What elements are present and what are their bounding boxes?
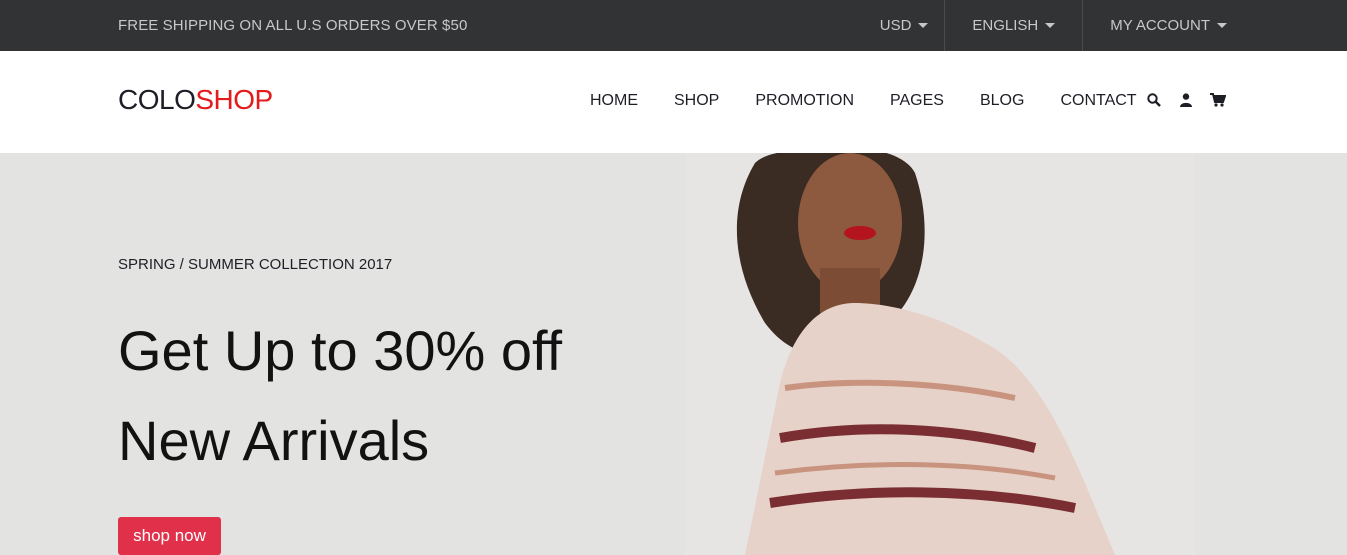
- header-icons: [1146, 91, 1226, 109]
- nav-pages[interactable]: PAGES: [890, 92, 944, 110]
- language-dropdown[interactable]: ENGLISH: [944, 0, 1082, 51]
- hero-title-line-2: New Arrivals: [118, 409, 430, 472]
- chevron-down-icon: [1217, 23, 1227, 28]
- account-label: MY ACCOUNT: [1110, 17, 1210, 34]
- logo-part-1: COLO: [118, 84, 196, 115]
- nav-contact[interactable]: CONTACT: [1060, 92, 1136, 110]
- chevron-down-icon: [1045, 23, 1056, 28]
- top-bar: FREE SHIPPING ON ALL U.S ORDERS OVER $50…: [0, 0, 1347, 51]
- top-bar-menu: USD ENGLISH MY ACCOUNT: [880, 0, 1347, 51]
- nav-blog[interactable]: BLOG: [980, 92, 1024, 110]
- hero-banner: SPRING / SUMMER COLLECTION 2017 Get Up t…: [0, 153, 1347, 555]
- account-dropdown[interactable]: MY ACCOUNT: [1082, 0, 1347, 51]
- shipping-message: FREE SHIPPING ON ALL U.S ORDERS OVER $50: [118, 17, 468, 34]
- chevron-down-icon: [918, 23, 929, 28]
- user-icon[interactable]: [1178, 91, 1194, 109]
- main-nav: HOME SHOP PROMOTION PAGES BLOG CONTACT: [590, 92, 1173, 110]
- hero-title-line-1: Get Up to 30% off: [118, 319, 563, 382]
- hero-image: [685, 153, 1195, 555]
- currency-dropdown[interactable]: USD: [880, 0, 945, 51]
- shop-now-button[interactable]: shop now: [118, 517, 221, 555]
- language-label: ENGLISH: [972, 17, 1039, 34]
- nav-home[interactable]: HOME: [590, 92, 638, 110]
- cart-icon[interactable]: [1210, 91, 1226, 109]
- logo-part-2: SHOP: [195, 84, 273, 115]
- currency-label: USD: [879, 17, 912, 34]
- hero-subtitle: SPRING / SUMMER COLLECTION 2017: [118, 256, 393, 273]
- search-icon[interactable]: [1146, 91, 1162, 109]
- nav-shop[interactable]: SHOP: [674, 92, 719, 110]
- main-header: COLOSHOP HOME SHOP PROMOTION PAGES BLOG …: [0, 51, 1347, 153]
- nav-promotion[interactable]: PROMOTION: [755, 92, 854, 110]
- logo[interactable]: COLOSHOP: [118, 84, 273, 116]
